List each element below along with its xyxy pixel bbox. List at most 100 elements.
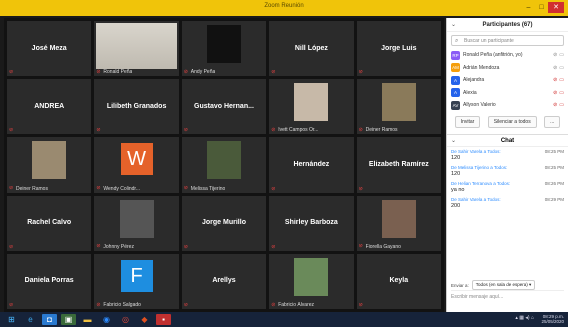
browser-icon[interactable]: e — [23, 314, 38, 325]
participant-row[interactable]: AM Adrián Mendoza ⊘ ▭ — [447, 62, 568, 75]
chrome-icon[interactable]: ◎ — [118, 314, 133, 325]
minimize-button[interactable]: – — [522, 2, 535, 13]
chat-input[interactable]: Escribir mensaje aquí... — [451, 290, 564, 300]
mic-muted-icon: ⊘ — [9, 185, 14, 192]
mic-icon[interactable]: ⊘ — [553, 90, 557, 96]
participant-row[interactable]: A Alejandra ⊘ ▭ — [447, 74, 568, 87]
maximize-button[interactable]: □ — [535, 2, 548, 13]
participant-name: Rachel Calvo — [27, 218, 72, 226]
video-tile[interactable]: José Meza ⊘ — [7, 21, 92, 77]
mic-muted-icon: ⊘ — [96, 69, 101, 75]
tile-label: ⊘ — [96, 128, 103, 133]
mute-all-button[interactable]: Silenciar a todos — [487, 115, 537, 128]
tile-label: ⊘ Fabricio Salgado — [96, 302, 141, 308]
video-tile[interactable]: F ⊘ Fabricio Salgado — [94, 253, 179, 309]
video-feed — [96, 23, 177, 70]
tile-label: ⊘ Andy Peña — [184, 69, 215, 75]
mic-muted-icon: ⊘ — [9, 244, 14, 250]
video-tile[interactable]: ⊘ Andy Peña — [181, 21, 267, 77]
participant-search-input[interactable]: ⌕ Buscar un participante — [451, 35, 564, 46]
video-tile[interactable]: ⊘ Ronald Peña — [94, 21, 179, 77]
participant-row[interactable]: AV Allyson Valerio ⊘ ▭ — [447, 99, 568, 112]
participant-name: Shirley Barboza — [284, 218, 338, 226]
video-tile[interactable]: Gustavo Hernan... ⊘ — [181, 79, 267, 135]
video-tile[interactable]: Shirley Barboza ⊘ — [269, 195, 354, 251]
video-tile[interactable]: ⊘ Johnny Pérez — [94, 195, 179, 251]
video-tile[interactable]: ⊘ Ivett Campos Or... — [269, 79, 354, 135]
store-icon[interactable]: ◘ — [42, 314, 57, 325]
mic-muted-icon: ⊘ — [96, 185, 101, 192]
video-tile[interactable]: W ⊘ Wendy Colindr... — [94, 137, 179, 193]
tile-label: ⊘ — [9, 128, 16, 133]
chat-sender[interactable]: De Sahir Varela a Todos: — [451, 149, 501, 154]
tile-label: ⊘ Fabricio Álvarez — [271, 302, 314, 308]
send-to-select[interactable]: Todos (en sala de espera) ▾ — [471, 280, 536, 290]
camera-icon[interactable]: ▭ — [559, 65, 564, 71]
mic-muted-icon: ⊘ — [358, 243, 363, 250]
app-icon[interactable]: ▣ — [61, 314, 76, 325]
chevron-down-icon[interactable]: ⌄ — [451, 135, 456, 148]
video-tile[interactable]: Arellys ⊘ — [181, 253, 267, 309]
mic-muted-icon: ⊘ — [183, 185, 188, 192]
video-tile[interactable]: Nill López ⊘ — [269, 21, 354, 77]
video-feed — [294, 83, 329, 122]
zoom-icon[interactable]: ◉ — [99, 314, 114, 325]
app2-icon[interactable]: ▪ — [156, 314, 171, 325]
camera-icon[interactable]: ▭ — [559, 102, 564, 108]
close-button[interactable]: ✕ — [548, 2, 564, 13]
participant-name: Hernández — [293, 160, 330, 168]
chat-sender[interactable]: De Helian Terranova a Todos: — [451, 181, 510, 186]
media-icon[interactable]: ◆ — [137, 314, 152, 325]
mic-muted-icon: ⊘ — [271, 244, 276, 250]
chat-message: De Sahir Varela a Todos: 08:29 PM 200 — [451, 197, 564, 209]
tile-label-text: Fabricio Salgado — [103, 302, 141, 308]
camera-icon[interactable]: ▭ — [559, 90, 564, 96]
tile-label: ⊘ — [271, 187, 278, 192]
tile-label: ⊘ Ronald Peña — [96, 69, 132, 75]
mic-muted-icon: ⊘ — [183, 244, 188, 250]
mic-muted-icon: ⊘ — [271, 186, 276, 192]
tile-label: ⊘ — [9, 303, 16, 308]
video-tile[interactable]: Hernández ⊘ — [269, 137, 354, 193]
participant-row[interactable]: RP Ronald Peña (anfitrión, yo) ⊘ ▭ — [447, 49, 568, 62]
video-tile[interactable]: Rachel Calvo ⊘ — [7, 195, 92, 251]
video-tile[interactable]: ⊘ Fabricio Álvarez — [269, 253, 354, 309]
video-tile[interactable]: Jorge Murillo ⊘ — [181, 195, 267, 251]
chevron-down-icon[interactable]: ⌄ — [451, 18, 456, 32]
video-tile[interactable]: ⊘ Deiner Ramos — [356, 79, 441, 135]
video-tile[interactable]: Keyla ⊘ — [356, 253, 441, 309]
tile-label: ⊘ Johnny Pérez — [96, 244, 134, 250]
participant-row[interactable]: A Alexia ⊘ ▭ — [447, 87, 568, 100]
tile-label: ⊘ — [271, 245, 278, 250]
tile-label: ⊘ — [184, 245, 191, 250]
invite-button[interactable]: Invitar — [454, 115, 481, 128]
mic-muted-icon: ⊘ — [96, 243, 101, 250]
chat-sender[interactable]: De Melissa Tijerino a Todos: — [451, 165, 507, 170]
mic-icon[interactable]: ⊘ — [553, 77, 557, 83]
video-tile[interactable]: Elizabeth Ramírez ⊘ — [356, 137, 441, 193]
mic-icon[interactable]: ⊘ — [553, 65, 557, 71]
video-tile[interactable]: Lilibeth Granados ⊘ — [94, 79, 179, 135]
more-button[interactable]: ... — [544, 115, 561, 128]
camera-icon[interactable]: ▭ — [559, 77, 564, 83]
video-tile[interactable]: ANDREA ⊘ — [7, 79, 92, 135]
taskbar: ⊞ e ◘ ▣ ▬ ◉ ◎ ◆ ▪ ▴ ▦ ◂) ⌂ 08:29 p.m. 25… — [0, 312, 568, 327]
chat-message-header: De Sahir Varela a Todos: 08:29 PM — [451, 197, 564, 202]
video-tile[interactable]: Daniela Porras ⊘ — [7, 253, 92, 309]
mic-icon[interactable]: ⊘ — [553, 52, 557, 58]
chat-sender[interactable]: De Sahir Varela a Todos: — [451, 197, 501, 202]
mic-muted-icon: ⊘ — [358, 127, 363, 133]
tile-label: ⊘ — [9, 245, 16, 250]
tray-icons[interactable]: ▴ ▦ ◂) ⌂ — [515, 316, 534, 321]
video-feed — [294, 257, 329, 296]
mic-muted-icon: ⊘ — [96, 128, 101, 134]
mic-icon[interactable]: ⊘ — [553, 102, 557, 108]
folder-icon[interactable]: ▬ — [80, 314, 95, 325]
video-tile[interactable]: Jorge Luis ⊘ — [356, 21, 441, 77]
video-tile[interactable]: ⊘ Fiorella Gayano — [356, 195, 441, 251]
camera-icon[interactable]: ▭ — [559, 52, 564, 58]
start-icon[interactable]: ⊞ — [4, 314, 19, 325]
video-tile[interactable]: ⊘ Melissa Tijerino — [181, 137, 267, 193]
avatar: F — [120, 259, 153, 292]
video-tile[interactable]: ⊘ Deiner Ramos — [7, 137, 92, 193]
